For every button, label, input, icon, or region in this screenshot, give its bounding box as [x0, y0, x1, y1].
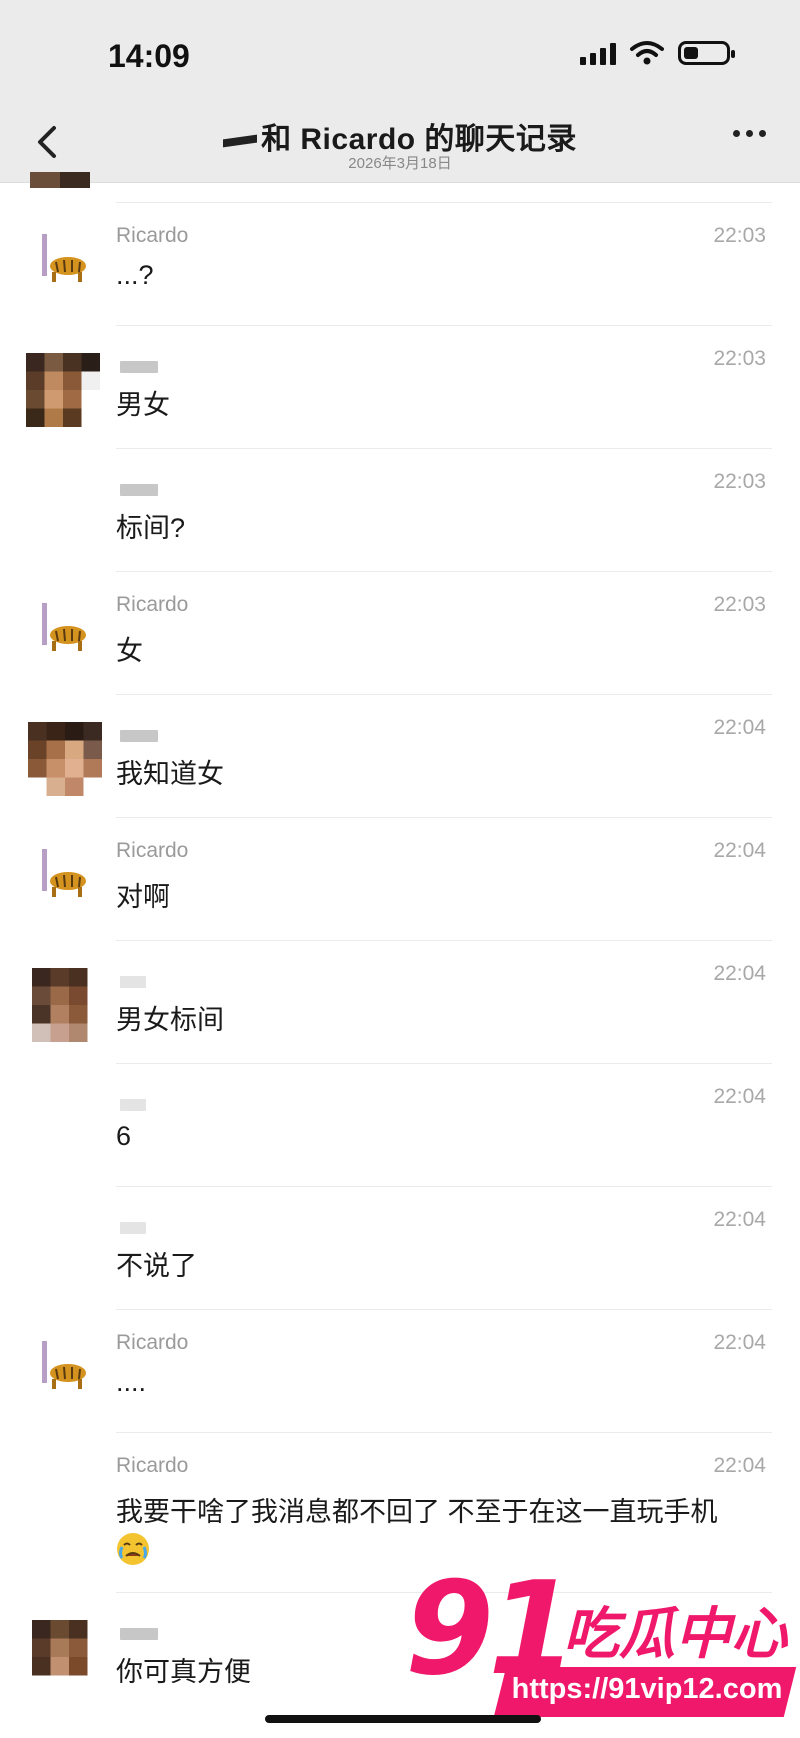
redacted-sender: [120, 1099, 146, 1111]
message-text: ....: [116, 1367, 147, 1397]
message-row[interactable]: Ricardo 22:03 ...?: [0, 202, 800, 325]
pixelated-avatar: [32, 968, 106, 1042]
tiger-avatar: [42, 849, 86, 897]
message-text: 你可真方便: [116, 1657, 251, 1687]
message-text: 男女: [116, 390, 170, 420]
crying-emoji-icon: [117, 1533, 149, 1565]
sender-name: Ricardo: [116, 593, 189, 616]
message-row[interactable]: 22:04 不说了: [0, 1186, 800, 1309]
more-icon[interactable]: [733, 130, 766, 137]
sender-name: Ricardo: [116, 224, 189, 247]
chat-date: 2026年3月18日: [348, 155, 452, 172]
message-time: 22:04: [713, 1085, 766, 1108]
redacted-name: [223, 134, 258, 148]
chat-history[interactable]: Ricardo 22:03 ...? 22:03 男女 22:03 标间? Ri…: [0, 172, 800, 1715]
message-text: 我要干啥了我消息都不回了 不至于在这一直玩手机: [116, 1497, 718, 1527]
status-icons: [580, 40, 735, 66]
pixelated-avatar: [32, 1620, 106, 1694]
redacted-sender: [120, 361, 158, 373]
home-indicator[interactable]: [265, 1715, 541, 1723]
signal-icon: [580, 41, 616, 65]
watermark-brand: 吃瓜中心: [563, 1602, 787, 1665]
message-row[interactable]: Ricardo 22:03 女: [0, 571, 800, 694]
redacted-sender: [120, 484, 158, 496]
message-row-partial: [0, 172, 800, 202]
message-time: 22:04: [713, 716, 766, 739]
message-text: ...?: [116, 260, 154, 290]
message-text: 我知道女: [116, 759, 224, 789]
sender-name: Ricardo: [116, 1454, 189, 1477]
nav-bar: 和 Ricardo 的聊天记录 2026年3月18日: [0, 100, 800, 183]
redacted-sender: [120, 1628, 158, 1640]
sender-name: Ricardo: [116, 1331, 189, 1354]
message-row[interactable]: 22:04 我知道女: [0, 694, 800, 817]
redacted-sender: [120, 730, 158, 742]
message-time: 22:03: [713, 224, 766, 247]
message-time: 22:04: [713, 1331, 766, 1354]
watermark: 91 吃瓜中心 https://91vip12.com: [405, 1555, 800, 1735]
message-row[interactable]: 22:04 男女标间: [0, 940, 800, 1063]
message-time: 22:04: [713, 839, 766, 862]
battery-icon: [678, 41, 735, 65]
status-time: 14:09: [108, 38, 190, 74]
message-time: 22:04: [713, 1454, 766, 1477]
message-row[interactable]: Ricardo 22:04 对啊: [0, 817, 800, 940]
message-time: 22:03: [713, 470, 766, 493]
message-text: 男女标间: [116, 1005, 224, 1035]
redacted-sender: [120, 1222, 146, 1234]
message-text: 女: [116, 636, 143, 666]
message-text: 标间?: [116, 513, 186, 543]
tiger-avatar: [42, 234, 86, 282]
message-row[interactable]: Ricardo 22:04 ....: [0, 1309, 800, 1432]
pixelated-avatar: [26, 353, 100, 427]
message-row[interactable]: 22:03 标间?: [0, 448, 800, 571]
status-bar: 14:09: [0, 0, 800, 100]
message-row[interactable]: 22:03 男女: [0, 325, 800, 448]
message-row[interactable]: 22:04 6: [0, 1063, 800, 1186]
wifi-icon: [630, 41, 664, 65]
message-time: 22:04: [713, 962, 766, 985]
message-time: 22:03: [713, 593, 766, 616]
message-text: 不说了: [116, 1251, 197, 1281]
avatar: [30, 172, 90, 188]
sender-name: Ricardo: [116, 839, 189, 862]
watermark-url: https://91vip12.com: [511, 1673, 783, 1705]
tiger-avatar: [42, 1341, 86, 1389]
tiger-avatar: [42, 603, 86, 651]
message-text: 对啊: [116, 882, 170, 912]
message-time: 22:04: [713, 1208, 766, 1231]
redacted-sender: [120, 976, 146, 988]
message-text: 6: [116, 1121, 132, 1151]
pixelated-avatar: [28, 722, 102, 796]
message-time: 22:03: [713, 347, 766, 370]
